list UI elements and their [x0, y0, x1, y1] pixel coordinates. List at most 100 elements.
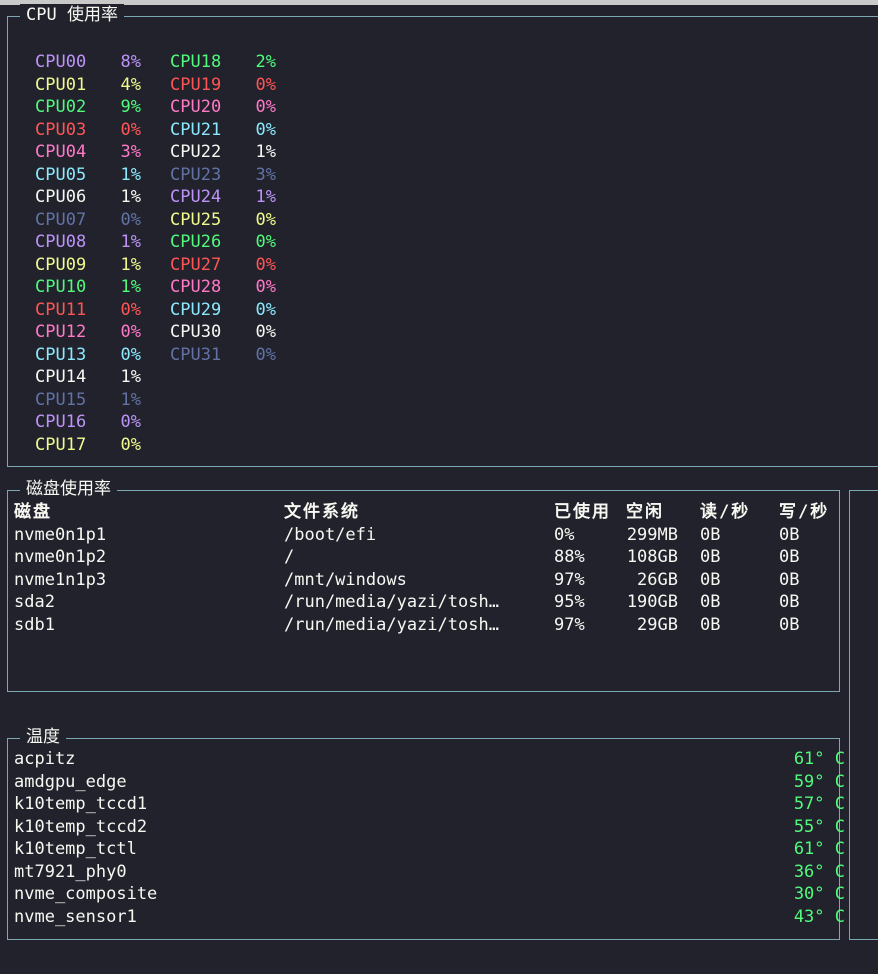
disk-cell-write: 0B [779, 569, 800, 590]
sensor-name: acpitz [14, 749, 76, 769]
table-row[interactable]: sda2/run/media/yazi/tosh… 95% 190GB 0B 0B [14, 591, 833, 614]
cpu-value-cpu06: 1% [120, 187, 141, 207]
disk-cell-free: 299MB [626, 524, 678, 545]
window-top-bar [0, 0, 878, 5]
disk-cell-write: 0B [779, 547, 800, 567]
sensor-temperature: 61° C [793, 839, 845, 859]
cpu-panel-title: CPU 使用率 [20, 4, 124, 26]
table-row[interactable]: sdb1/run/media/yazi/tosh… 97% 29GB 0B 0B [14, 614, 833, 637]
disk-cell-read: 0B [700, 524, 721, 545]
temp-panel-title: 温度 [20, 726, 66, 748]
right-side-panel [849, 490, 878, 940]
cpu-value-cpu27: 0% [255, 254, 276, 275]
disk-cell-fs: / [284, 547, 295, 567]
list-item: amdgpu_edge 59° C [14, 771, 845, 794]
cpu-value-cpu22: 1% [255, 142, 276, 162]
sensor-name: nvme_composite [14, 884, 158, 904]
disk-cell-used: 97% [554, 614, 585, 635]
table-row[interactable]: nvme0n1p2 / 88% 108GB 0B 0B [14, 546, 833, 569]
table-row[interactable]: nvme0n1p1/boot/efi 0% 299MB 0B 0B [14, 524, 833, 547]
disk-cell-used: 0% [554, 524, 575, 545]
disk-cell-fs: /mnt/windows [284, 569, 407, 590]
cpu-value-cpu03: 0% [120, 119, 141, 140]
disk-cell-write: 0B [779, 614, 800, 635]
list-item: k10temp_tccd2 55° C [14, 816, 845, 839]
header-used[interactable]: 已使用 [554, 501, 611, 524]
cpu-value-cpu14: 1% [120, 367, 141, 387]
disk-cell-read: 0B [700, 547, 721, 567]
disk-cell-read: 0B [700, 569, 721, 590]
cpu-value-cpu24: 1% [255, 187, 276, 207]
disk-cell-free: 26GB [637, 569, 678, 590]
disk-cell-disk: nvme0n1p2 [14, 547, 107, 567]
disk-cell-fs: /run/media/yazi/tosh… [284, 614, 499, 635]
disk-cell-write: 0B [779, 524, 800, 545]
cpu-value-cpu11: 0% [120, 299, 141, 320]
list-item: mt7921_phy0 36° C [14, 861, 845, 884]
temperature-panel: 温度 acpitz 61° Camdgpu_edge 59° Ck10temp_tc… [7, 726, 845, 940]
cpu-value-cpu12: 0% [120, 322, 141, 342]
sensor-name: k10temp_tccd2 [14, 816, 148, 837]
disk-cell-read: 0B [700, 614, 721, 635]
sensor-name: nvme_sensor1 [14, 906, 137, 927]
list-item: k10temp_tccd1 57° C [14, 793, 845, 816]
list-item: k10temp_tctl 61° C [14, 838, 845, 861]
disk-cell-free: 108GB [626, 547, 678, 567]
disk-cell-disk: nvme1n1p3 [14, 569, 107, 590]
cpu-value-cpu09: 1% [120, 254, 141, 275]
cpu-value-cpu31: 0% [255, 344, 276, 365]
list-item: acpitz 61° C [14, 748, 845, 771]
cpu-value-cpu26: 0% [255, 232, 276, 252]
sensor-name: amdgpu_edge [14, 771, 127, 792]
disk-cell-used: 88% [554, 547, 585, 567]
cpu-value-cpu10: 1% [120, 277, 141, 297]
cpu-value-cpu02: 9% [120, 97, 141, 117]
disk-cell-fs: /run/media/yazi/tosh… [284, 592, 499, 612]
cpu-value-cpu17: 0% [120, 434, 141, 455]
cpu-value-cpu18: 2% [255, 52, 276, 72]
disk-table-header: 磁盘 文件系统 已使用 空闲 读/秒 写/秒 [14, 501, 833, 524]
disk-cell-read: 0B [700, 592, 721, 612]
table-row[interactable]: nvme1n1p3/mnt/windows 97% 26GB 0B 0B [14, 569, 833, 592]
cpu-value-cpu07: 0% [120, 209, 141, 230]
cpu-value-cpu29: 0% [255, 299, 276, 320]
sensor-temperature: 43° C [793, 906, 845, 927]
cpu-value-cpu13: 0% [120, 344, 141, 365]
cpu-value-cpu04: 3% [120, 142, 141, 162]
disk-cell-free: 190GB [626, 592, 678, 612]
disk-panel-title: 磁盘使用率 [20, 478, 117, 500]
sensor-name: k10temp_tccd1 [14, 794, 148, 814]
cpu-value-cpu21: 0% [255, 119, 276, 140]
cpu-value-cpu08: 1% [120, 232, 141, 252]
disk-cell-fs: /boot/efi [284, 524, 377, 545]
sensor-temperature: 57° C [793, 794, 845, 814]
header-disk[interactable]: 磁盘 [14, 501, 52, 524]
cpu-value-cpu16: 0% [120, 412, 141, 432]
sensor-temperature: 36° C [793, 861, 845, 882]
sensor-temperature: 59° C [793, 771, 845, 792]
list-item: nvme_sensor1 43° C [14, 906, 845, 929]
cpu-value-cpu23: 3% [255, 164, 276, 185]
cpu-value-cpu15: 1% [120, 389, 141, 410]
cpu-usage-panel: CPU 使用率 CPU00 8% CPU01 4% CPU02 9% CPU03 0% CPU0… [7, 4, 878, 467]
disk-cell-used: 97% [554, 569, 585, 590]
header-filesystem[interactable]: 文件系统 [284, 501, 360, 524]
cpu-value-cpu01: 4% [120, 74, 141, 95]
disk-cell-disk: sdb1 [14, 614, 55, 635]
header-free[interactable]: 空闲 [626, 501, 664, 524]
sensor-temperature: 55° C [793, 816, 845, 837]
cpu-value-cpu20: 0% [255, 97, 276, 117]
header-read[interactable]: 读/秒 [700, 501, 750, 524]
sensor-temperature: 61° C [793, 749, 845, 769]
sensor-name: mt7921_phy0 [14, 861, 127, 882]
disk-cell-disk: sda2 [14, 592, 55, 612]
cpu-value-cpu28: 0% [255, 277, 276, 297]
cpu-value-cpu05: 1% [120, 164, 141, 185]
sensor-name: k10temp_tctl [14, 839, 137, 859]
list-item: nvme_composite 30° C [14, 883, 845, 906]
cpu-value-cpu19: 0% [255, 74, 276, 95]
header-write[interactable]: 写/秒 [779, 501, 829, 524]
disk-cell-used: 95% [554, 592, 585, 612]
disk-cell-free: 29GB [637, 614, 678, 635]
sensor-temperature: 30° C [793, 884, 845, 904]
